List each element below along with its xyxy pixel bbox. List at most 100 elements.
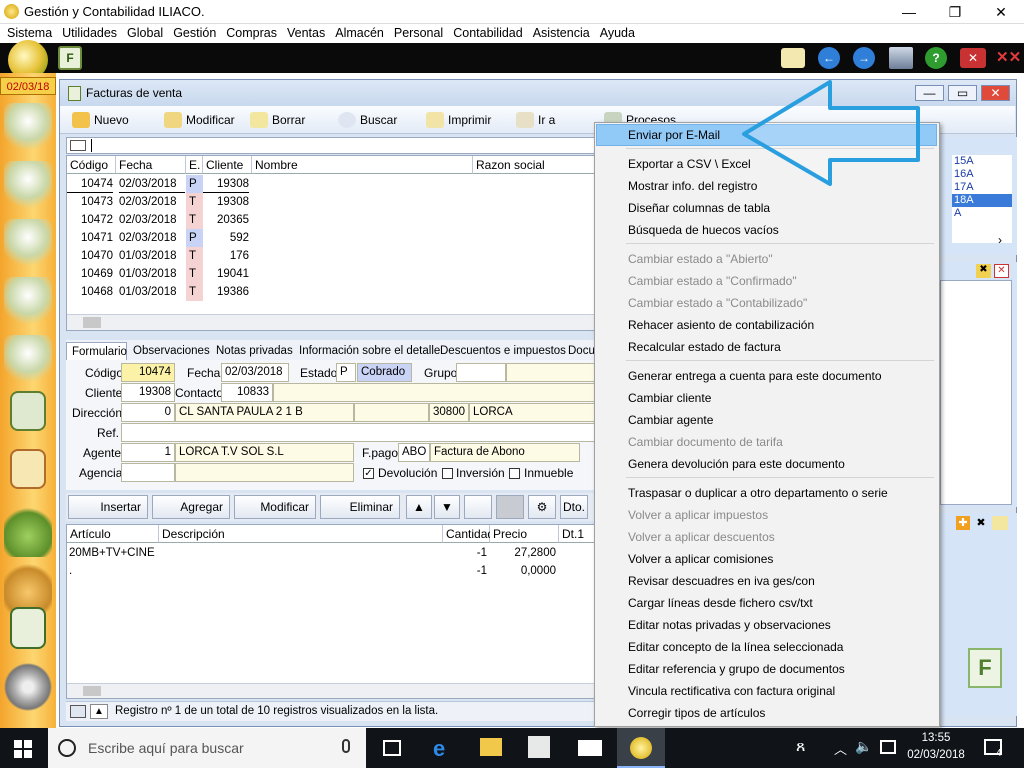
invoice-row[interactable]: 10473 02/03/2018 T 19308 — [67, 193, 597, 211]
network-icon[interactable] — [880, 740, 896, 754]
col-codigo[interactable]: Código — [67, 156, 116, 174]
move-down-button[interactable]: ▼ — [434, 495, 460, 519]
scroll-thumb[interactable] — [83, 317, 101, 328]
context-menu-item[interactable]: Diseñar columnas de tabla — [628, 198, 770, 218]
menu-ayuda[interactable]: Ayuda — [595, 24, 640, 42]
tab-descuentos[interactable]: Descuentos e impuestos — [440, 342, 566, 360]
devolucion-checkbox[interactable]: ✓ — [363, 468, 374, 479]
grupo-field[interactable] — [456, 363, 506, 382]
context-menu-item[interactable]: Genera devolución para este documento — [628, 454, 845, 474]
line-row[interactable]: 20MB+TV+CINE N -1 27,2800 — [67, 544, 597, 562]
invoice-row[interactable]: 10468 01/03/2018 T 19386 — [67, 283, 597, 301]
series-item[interactable]: 17A — [952, 181, 1012, 194]
shopping-bag-orange-icon[interactable] — [4, 561, 52, 613]
series-item-selected[interactable]: 18A — [952, 194, 1012, 207]
tab-observaciones[interactable]: Observaciones — [133, 342, 210, 360]
menu-global[interactable]: Global — [122, 24, 168, 42]
context-menu-item[interactable]: Cambiar estado a "Confirmado" — [628, 271, 797, 291]
clock-time[interactable]: 13:55 — [908, 732, 964, 744]
context-menu-item[interactable]: Editar notas privadas y observaciones — [628, 615, 831, 635]
col-nombre[interactable]: Nombre — [252, 156, 473, 174]
line-row[interactable]: . -1 0,0000 — [67, 562, 597, 580]
client-icon[interactable] — [4, 161, 52, 213]
context-menu-item[interactable]: Volver a aplicar impuestos — [628, 505, 768, 525]
invoice-row[interactable]: 10470 01/03/2018 T 176 — [67, 247, 597, 265]
eliminar-button[interactable]: Eliminar — [320, 495, 400, 519]
lines-scroll-thumb[interactable] — [83, 686, 101, 696]
store-icon[interactable] — [528, 736, 550, 758]
blank-button[interactable] — [496, 495, 524, 519]
context-menu-item[interactable]: Cambiar cliente — [628, 388, 711, 408]
fpago-code-field[interactable]: ABO — [398, 443, 430, 462]
cp-field[interactable]: 30800 — [429, 403, 469, 422]
context-menu-item[interactable]: Editar referencia y grupo de documentos — [628, 659, 845, 679]
tab-docu[interactable]: Docu — [568, 342, 595, 360]
invoice-row[interactable]: 10474 02/03/2018 P 19308 — [67, 175, 597, 193]
context-menu-item[interactable]: Búsqueda de huecos vacíos — [628, 220, 779, 240]
iliaco-taskbar-app[interactable] — [617, 728, 665, 768]
direccion-extra-field[interactable] — [354, 403, 429, 422]
f-app-icon[interactable]: F — [58, 46, 82, 70]
menu-asistencia[interactable]: Asistencia — [528, 24, 595, 42]
invoice-row[interactable]: 10471 02/03/2018 P 592 — [67, 229, 597, 247]
tray-chevron-icon[interactable]: ︿ — [834, 739, 847, 758]
inversion-checkbox[interactable] — [442, 468, 453, 479]
file-explorer-icon[interactable] — [480, 738, 502, 756]
maximize-button[interactable]: ❐ — [932, 0, 978, 24]
shopping-bag-green-icon[interactable] — [4, 505, 52, 557]
document-icon[interactable] — [464, 495, 492, 519]
context-menu-item[interactable]: Editar concepto de la línea seleccionada — [628, 637, 843, 657]
invoice-row[interactable]: 10469 01/03/2018 T 19041 — [67, 265, 597, 283]
minimize-button[interactable]: — — [886, 0, 932, 24]
context-menu-item[interactable]: Generar entrega a cuenta para este docum… — [628, 366, 882, 386]
tab-info-detalle[interactable]: Información sobre el detalle — [299, 342, 440, 360]
context-menu-item[interactable]: Exportar a CSV \ Excel — [628, 154, 751, 174]
menu-gestion[interactable]: Gestión — [168, 24, 221, 42]
dto-button[interactable]: Dto. — [560, 495, 588, 519]
mail-icon[interactable] — [781, 48, 805, 68]
col-cliente[interactable]: Cliente — [203, 156, 252, 174]
task-view-icon[interactable] — [383, 740, 401, 756]
menu-ventas[interactable]: Ventas — [282, 24, 330, 42]
grid-hscrollbar[interactable] — [67, 314, 595, 330]
codigo-field[interactable]: 10474 — [121, 363, 175, 382]
series-item[interactable]: 16A — [952, 168, 1012, 181]
series-item[interactable]: 15A — [952, 155, 1012, 168]
tab-notas-privadas[interactable]: Notas privadas — [216, 342, 293, 360]
context-menu-item[interactable]: Cambiar estado a "Abierto" — [628, 249, 773, 269]
agencia-num-field[interactable] — [121, 463, 175, 482]
windows-start-icon[interactable] — [14, 740, 32, 758]
context-menu-item[interactable]: Cambiar agente — [628, 410, 713, 430]
people-icon[interactable]: ጸ — [796, 738, 805, 756]
menu-compras[interactable]: Compras — [221, 24, 282, 42]
cliente-field[interactable]: 19308 — [121, 383, 175, 402]
close-button[interactable]: ✕ — [978, 0, 1024, 24]
context-menu-item[interactable]: Traspasar o duplicar a otro departamento… — [628, 483, 888, 503]
invoice-row[interactable]: 10472 02/03/2018 T 20365 — [67, 211, 597, 229]
col-razon-social[interactable]: Razon social — [473, 156, 597, 174]
back-arrow-icon[interactable]: ← — [818, 47, 840, 69]
microphone-icon[interactable] — [342, 739, 350, 753]
close-window-icon[interactable]: ✕ — [960, 48, 986, 68]
panel-delete-icon[interactable]: ✖ — [974, 516, 988, 530]
insertar-button[interactable]: Insertar — [68, 495, 148, 519]
delete-button[interactable]: Borrar — [250, 110, 305, 130]
print-button[interactable]: Imprimir — [426, 110, 491, 130]
context-menu-item[interactable]: Recalcular estado de factura — [628, 337, 781, 357]
panel-add-icon[interactable]: ✚ — [956, 516, 970, 530]
invoice-fc-icon[interactable] — [10, 449, 46, 489]
volume-muted-icon[interactable]: 🔈 — [855, 738, 872, 755]
close-all-icon[interactable]: ✕✕ — [996, 47, 1021, 69]
series-item[interactable]: A — [952, 207, 1012, 220]
agente-num-field[interactable]: 1 — [121, 443, 175, 462]
col-fecha[interactable]: Fecha — [116, 156, 186, 174]
lines-col-dt1[interactable]: Dt.1 — [559, 525, 597, 543]
context-menu-item[interactable]: Cargar líneas desde fichero csv/txt — [628, 593, 813, 613]
lines-col-articulo[interactable]: Artículo — [67, 525, 159, 543]
modify-button[interactable]: Modificar — [164, 110, 235, 130]
poblacion-field[interactable]: LORCA — [469, 403, 596, 422]
panel-close-icon[interactable]: ✕ — [994, 264, 1009, 278]
context-menu-item[interactable]: Rehacer asiento de contabilización — [628, 315, 814, 335]
panel-edit-icon[interactable] — [992, 516, 1008, 530]
windows-list-icon[interactable] — [889, 47, 913, 69]
